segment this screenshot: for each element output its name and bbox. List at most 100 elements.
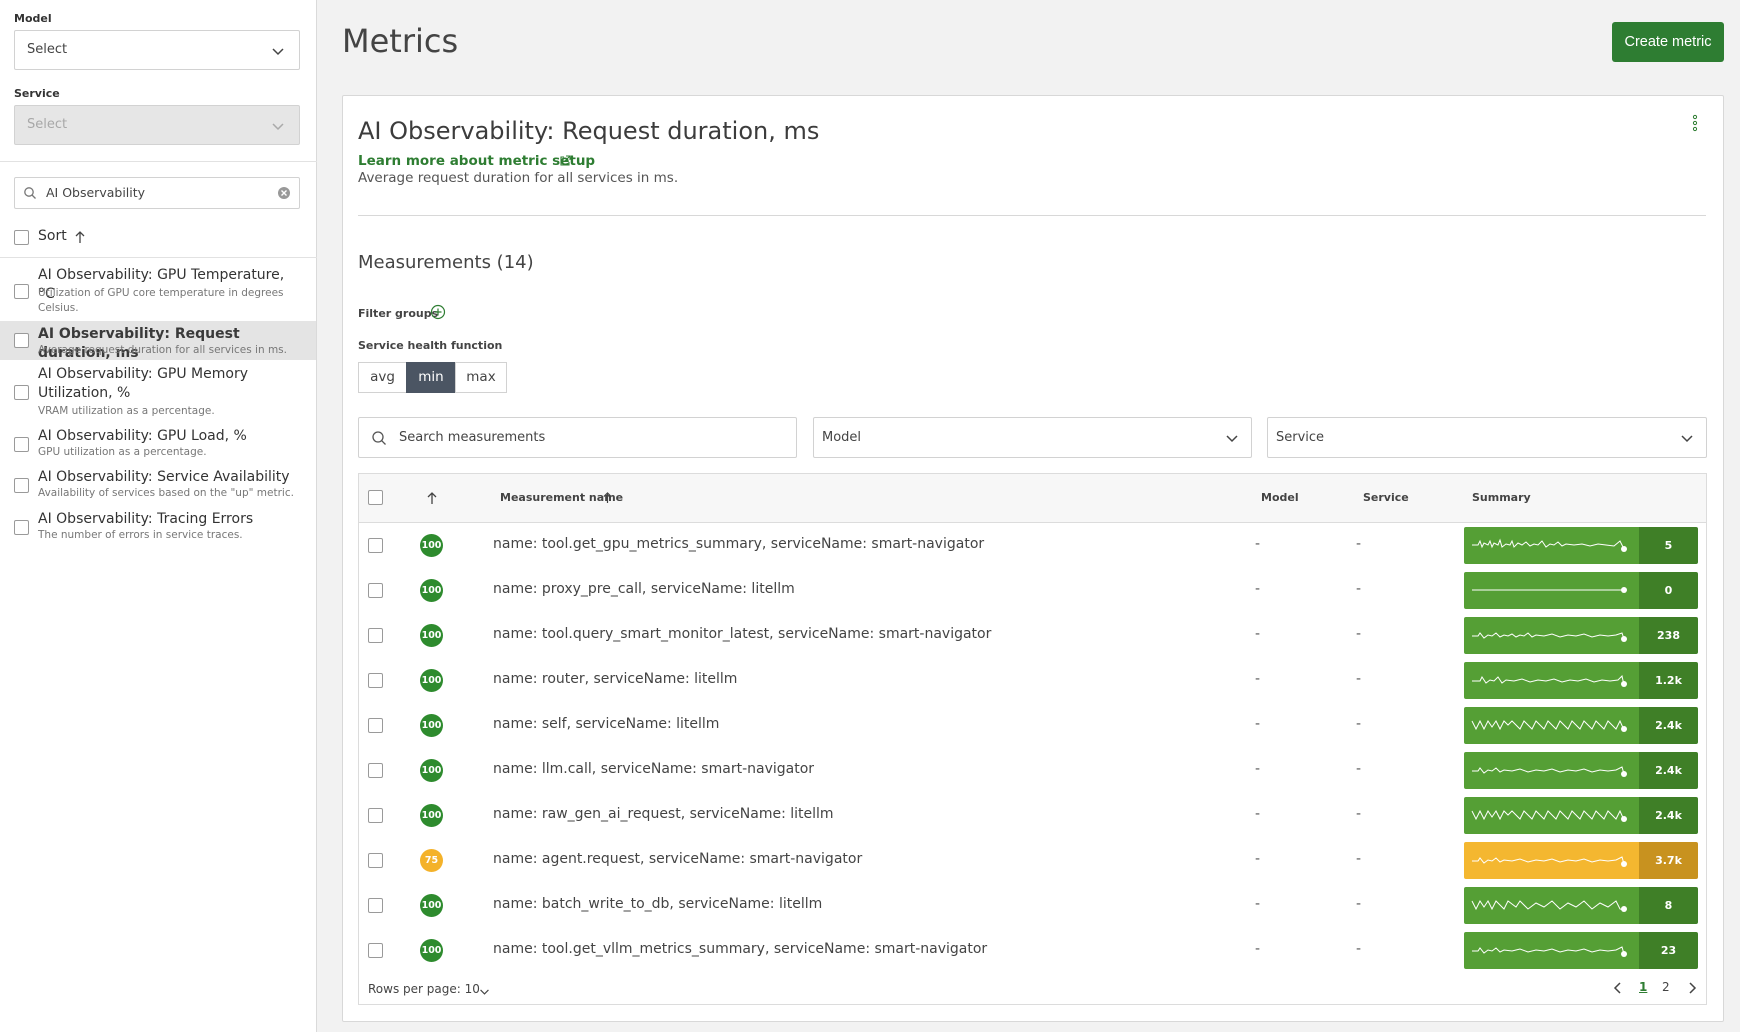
table-row[interactable]: 100 name: batch_write_to_db, serviceName:… bbox=[359, 883, 1706, 928]
measurement-name[interactable]: name: batch_write_to_db, serviceName: li… bbox=[493, 896, 822, 912]
model-cell: - bbox=[1255, 716, 1261, 732]
select-all-checkbox[interactable] bbox=[368, 490, 383, 505]
measurement-name[interactable]: name: agent.request, serviceName: smart-… bbox=[493, 851, 862, 867]
table-row[interactable]: 100 name: self, serviceName: litellm - - 2.4… bbox=[359, 703, 1706, 748]
measurement-name[interactable]: name: self, serviceName: litellm bbox=[493, 716, 719, 732]
measurement-name[interactable]: name: llm.call, serviceName: smart-navig… bbox=[493, 761, 814, 777]
summary-sparkline[interactable]: 3.7k bbox=[1464, 842, 1698, 879]
sort-health-icon[interactable] bbox=[426, 491, 438, 505]
row-checkbox[interactable] bbox=[368, 898, 383, 913]
service-cell: - bbox=[1356, 581, 1362, 597]
summary-sparkline[interactable]: 8 bbox=[1464, 887, 1698, 924]
service-filter-select[interactable]: Service bbox=[1267, 417, 1707, 458]
metric-item[interactable]: AI Observability: Service Availability A… bbox=[0, 468, 316, 503]
row-checkbox[interactable] bbox=[368, 628, 383, 643]
summary-sparkline[interactable]: 238 bbox=[1464, 617, 1698, 654]
measurements-table: Measurement name Model Service Summary 1… bbox=[358, 473, 1707, 1005]
measurement-name[interactable]: name: tool.get_vllm_metrics_summary, ser… bbox=[493, 941, 987, 957]
add-circle-icon[interactable] bbox=[430, 304, 446, 320]
rows-per-page[interactable]: Rows per page: 10 bbox=[368, 982, 480, 996]
row-checkbox[interactable] bbox=[368, 673, 383, 688]
page-1[interactable]: 1 bbox=[1639, 980, 1647, 994]
divider bbox=[0, 161, 317, 162]
create-metric-button[interactable]: Create metric bbox=[1612, 22, 1724, 62]
table-row[interactable]: 100 name: router, serviceName: litellm - - 1… bbox=[359, 658, 1706, 703]
metric-checkbox[interactable] bbox=[14, 520, 29, 535]
table-row[interactable]: 100 name: proxy_pre_call, serviceName: li… bbox=[359, 568, 1706, 613]
sparkline-chart bbox=[1464, 932, 1639, 969]
measurement-name[interactable]: name: router, serviceName: litellm bbox=[493, 671, 737, 687]
clear-icon[interactable] bbox=[277, 186, 291, 200]
sparkline-chart bbox=[1464, 662, 1639, 699]
summary-sparkline[interactable]: 5 bbox=[1464, 527, 1698, 564]
health-option-avg[interactable]: avg bbox=[358, 362, 407, 393]
metric-checkbox[interactable] bbox=[14, 478, 29, 493]
summary-sparkline[interactable]: 0 bbox=[1464, 572, 1698, 609]
metric-search-input[interactable]: AI Observability bbox=[14, 177, 300, 209]
arrow-up-icon[interactable] bbox=[602, 491, 613, 504]
service-label: Service bbox=[14, 87, 60, 100]
metric-checkbox[interactable] bbox=[14, 385, 29, 400]
model-filter-select[interactable]: Model bbox=[813, 417, 1252, 458]
measurement-name[interactable]: name: raw_gen_ai_request, serviceName: l… bbox=[493, 806, 834, 822]
table-row[interactable]: 75 name: agent.request, serviceName: smar… bbox=[359, 838, 1706, 883]
row-checkbox[interactable] bbox=[368, 538, 383, 553]
health-score-badge: 100 bbox=[420, 669, 443, 692]
service-filter-value: Service bbox=[1276, 430, 1325, 445]
sort-label[interactable]: Sort bbox=[38, 228, 67, 244]
chevron-down-icon bbox=[1226, 435, 1238, 443]
health-score-badge: 100 bbox=[420, 714, 443, 737]
measurement-name[interactable]: name: proxy_pre_call, serviceName: litel… bbox=[493, 581, 795, 597]
table-row[interactable]: 100 name: tool.get_gpu_metrics_summary, s… bbox=[359, 523, 1706, 568]
model-cell: - bbox=[1255, 896, 1261, 912]
summary-sparkline[interactable]: 23 bbox=[1464, 932, 1698, 969]
row-checkbox[interactable] bbox=[368, 583, 383, 598]
external-link-icon[interactable] bbox=[559, 155, 571, 167]
summary-sparkline[interactable]: 2.4k bbox=[1464, 707, 1698, 744]
summary-sparkline[interactable]: 1.2k bbox=[1464, 662, 1698, 699]
sparkline-chart bbox=[1464, 617, 1639, 654]
chevron-down-icon[interactable] bbox=[479, 986, 490, 997]
table-row[interactable]: 100 name: tool.query_smart_monitor_latest… bbox=[359, 613, 1706, 658]
metric-checkbox[interactable] bbox=[14, 284, 29, 299]
measurement-search-input[interactable]: Search measurements bbox=[358, 417, 797, 458]
measurement-name[interactable]: name: tool.get_gpu_metrics_summary, serv… bbox=[493, 536, 984, 552]
measurement-name[interactable]: name: tool.query_smart_monitor_latest, s… bbox=[493, 626, 991, 642]
summary-sparkline[interactable]: 2.4k bbox=[1464, 797, 1698, 834]
health-option-max[interactable]: max bbox=[455, 362, 507, 393]
summary-value: 1.2k bbox=[1639, 662, 1698, 699]
more-options-icon[interactable] bbox=[1692, 114, 1698, 132]
service-select[interactable]: Select bbox=[14, 105, 300, 145]
chevron-right-icon[interactable] bbox=[1686, 981, 1698, 995]
metric-item[interactable]: AI Observability: GPU Temperature, °C Ut… bbox=[0, 265, 316, 317]
chevron-down-icon bbox=[1681, 435, 1693, 443]
chevron-left-icon[interactable] bbox=[1612, 981, 1624, 995]
model-cell: - bbox=[1255, 806, 1261, 822]
metric-item[interactable]: AI Observability: GPU Load, % GPU utiliz… bbox=[0, 427, 316, 462]
sort-checkbox[interactable] bbox=[14, 230, 29, 245]
row-checkbox[interactable] bbox=[368, 718, 383, 733]
row-checkbox[interactable] bbox=[368, 943, 383, 958]
metric-item[interactable]: AI Observability: GPU Memory Utilization… bbox=[0, 365, 316, 420]
table-row[interactable]: 100 name: tool.get_vllm_metrics_summary, … bbox=[359, 928, 1706, 973]
table-row[interactable]: 100 name: raw_gen_ai_request, serviceName… bbox=[359, 793, 1706, 838]
metric-title: AI Observability: GPU Load, % bbox=[38, 428, 247, 444]
page-2[interactable]: 2 bbox=[1662, 980, 1670, 994]
summary-value: 2.4k bbox=[1639, 797, 1698, 834]
row-checkbox[interactable] bbox=[368, 808, 383, 823]
table-row[interactable]: 100 name: llm.call, serviceName: smart-na… bbox=[359, 748, 1706, 793]
arrow-up-icon[interactable] bbox=[74, 230, 86, 244]
metric-checkbox[interactable] bbox=[14, 437, 29, 452]
summary-sparkline[interactable]: 2.4k bbox=[1464, 752, 1698, 789]
row-checkbox[interactable] bbox=[368, 763, 383, 778]
metric-desc: Utilization of GPU core temperature in d… bbox=[38, 287, 284, 314]
metric-item[interactable]: AI Observability: Tracing Errors The num… bbox=[0, 510, 316, 545]
metric-item-selected[interactable]: AI Observability: Request duration, ms A… bbox=[0, 321, 316, 361]
row-checkbox[interactable] bbox=[368, 853, 383, 868]
chevron-down-icon bbox=[272, 48, 284, 56]
health-option-min[interactable]: min bbox=[406, 362, 456, 393]
metric-desc: Availability of services based on the "u… bbox=[38, 487, 294, 499]
metric-title: AI Observability: GPU Memory Utilization… bbox=[38, 366, 248, 401]
model-select[interactable]: Select bbox=[14, 30, 300, 70]
metric-checkbox[interactable] bbox=[14, 333, 29, 348]
